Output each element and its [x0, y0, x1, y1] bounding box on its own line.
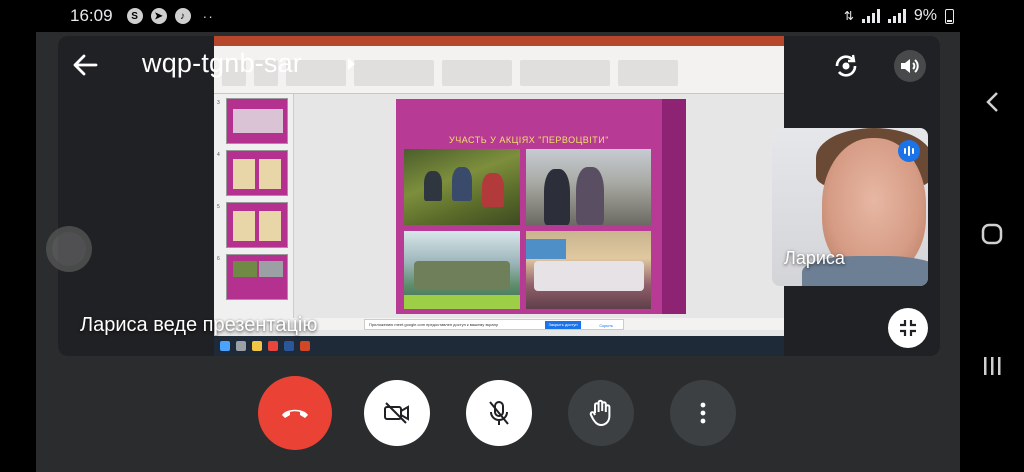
photo-figure: [482, 173, 504, 207]
navigation-icon: ➤: [150, 8, 167, 24]
raise-hand-icon: [589, 399, 611, 426]
speaking-indicator-icon: [898, 140, 920, 162]
photo-table: [404, 295, 520, 309]
photo-figure: [544, 169, 570, 225]
thumb-number: 3: [217, 100, 220, 106]
hide-banner-button[interactable]: Скрыть: [599, 321, 613, 330]
thumb-content: [259, 261, 283, 277]
slide-thumbnails: 3 4 5 6: [214, 94, 294, 318]
speaker-icon[interactable]: [894, 50, 926, 82]
slide-photo-classroom: [404, 231, 520, 309]
participant-tile[interactable]: Лариса: [772, 128, 928, 286]
slide-photo-girls-street: [526, 149, 651, 225]
status-bar: 16:09 S ➤ ♪ ·· ⇅ 9%: [0, 0, 1024, 32]
battery-icon: [945, 8, 954, 24]
data-transfer-icon: ⇅: [843, 9, 854, 23]
search-icon: [236, 341, 246, 351]
fullscreen-exit-icon: [900, 320, 916, 336]
mic-off-icon: [489, 401, 509, 425]
meeting-stage: 3 4 5 6 УЧАСТЬ У АКЦІЯХ "ПЕРВОЦВІТИ" При…: [58, 36, 940, 356]
thumb-content: [233, 159, 255, 189]
thumb-content: [259, 211, 281, 241]
ppt-titlebar: [214, 36, 784, 46]
status-time: 16:09: [70, 6, 113, 25]
nav-recents-icon[interactable]: [974, 348, 1010, 384]
slide-thumbnail: [226, 254, 288, 300]
chevron-right-icon[interactable]: [348, 58, 355, 70]
photo-group: [414, 261, 510, 289]
camera-off-icon: [384, 402, 409, 424]
battery-percent: 9%: [913, 7, 937, 24]
music-icon: ♪: [174, 8, 191, 24]
share-banner-text: Приложению meet.google.com предоставлен …: [369, 322, 499, 327]
camera-toggle-button[interactable]: [364, 380, 430, 446]
photo-group: [534, 261, 644, 291]
left-gutter: [0, 32, 36, 472]
slide-title: УЧАСТЬ У АКЦІЯХ "ПЕРВОЦВІТИ": [449, 135, 609, 145]
ppt-body: 3 4 5 6 УЧАСТЬ У АКЦІЯХ "ПЕРВОЦВІТИ": [214, 94, 784, 318]
mic-toggle-button[interactable]: [466, 380, 532, 446]
call-controls: [258, 376, 738, 450]
collapse-fullscreen-button[interactable]: [888, 308, 928, 348]
signal-2-icon: [887, 9, 906, 23]
slide-thumbnail: [226, 150, 288, 196]
photo-figure: [576, 167, 604, 225]
thumb-content: [233, 211, 255, 241]
shared-screen: 3 4 5 6 УЧАСТЬ У АКЦІЯХ "ПЕРВОЦВІТИ" При…: [214, 36, 784, 356]
ribbon-tool: [442, 60, 512, 86]
current-slide: УЧАСТЬ У АКЦІЯХ "ПЕРВОЦВІТИ": [396, 99, 686, 314]
stop-sharing-button[interactable]: Закрыть доступ: [545, 321, 581, 329]
photo-board: [526, 239, 566, 259]
more-vert-icon: [700, 402, 706, 424]
participant-name: Лариса: [784, 248, 845, 268]
thumb-content: [233, 109, 283, 133]
windows-taskbar: [214, 336, 784, 356]
status-right: ⇅ 9%: [844, 7, 954, 25]
thumb-number: 6: [217, 256, 220, 262]
ribbon-tool: [354, 60, 434, 86]
slide-area: УЧАСТЬ У АКЦІЯХ "ПЕРВОЦВІТИ": [300, 94, 784, 318]
thumb-content: [233, 261, 257, 277]
slide-thumbnail: [226, 98, 288, 144]
back-arrow-icon[interactable]: [72, 52, 98, 78]
android-nav-bar: [960, 32, 1024, 472]
screen-share-banner: Приложению meet.google.com предоставлен …: [364, 319, 624, 330]
photo-figure: [452, 167, 472, 201]
meeting-code[interactable]: wqp-tgnb-sar: [142, 48, 302, 79]
presenter-caption: Лариса веде презентацію: [80, 314, 318, 336]
switch-camera-icon[interactable]: [830, 50, 862, 82]
word-icon: [284, 341, 294, 351]
thumb-content: [259, 159, 281, 189]
more-notifications-dots: ··: [202, 8, 214, 24]
floating-assistive-button[interactable]: [46, 226, 92, 272]
slide-side-band: [662, 99, 686, 314]
powerpoint-icon: [300, 341, 310, 351]
end-call-button[interactable]: [258, 376, 332, 450]
ribbon-tool: [520, 60, 610, 86]
raise-hand-button[interactable]: [568, 380, 634, 446]
call-end-icon: [282, 409, 308, 418]
windows-start-icon: [220, 341, 230, 351]
slide-photo-children-posters: [526, 231, 651, 309]
photo-figure: [424, 171, 442, 201]
browser-icon: [268, 341, 278, 351]
ribbon-tool: [618, 60, 678, 86]
slide-thumbnail: [226, 202, 288, 248]
signal-icon: [861, 9, 880, 23]
thumb-number: 5: [217, 204, 220, 210]
nav-back-icon[interactable]: [974, 84, 1010, 120]
whatsapp-icon: S: [126, 8, 143, 24]
thumb-number: 4: [217, 152, 220, 158]
folder-icon: [252, 341, 262, 351]
more-options-button[interactable]: [670, 380, 736, 446]
nav-home-icon[interactable]: [974, 216, 1010, 252]
status-notification-icons: S ➤ ♪ ··: [126, 8, 214, 24]
slide-photo-children-outdoors: [404, 149, 520, 225]
